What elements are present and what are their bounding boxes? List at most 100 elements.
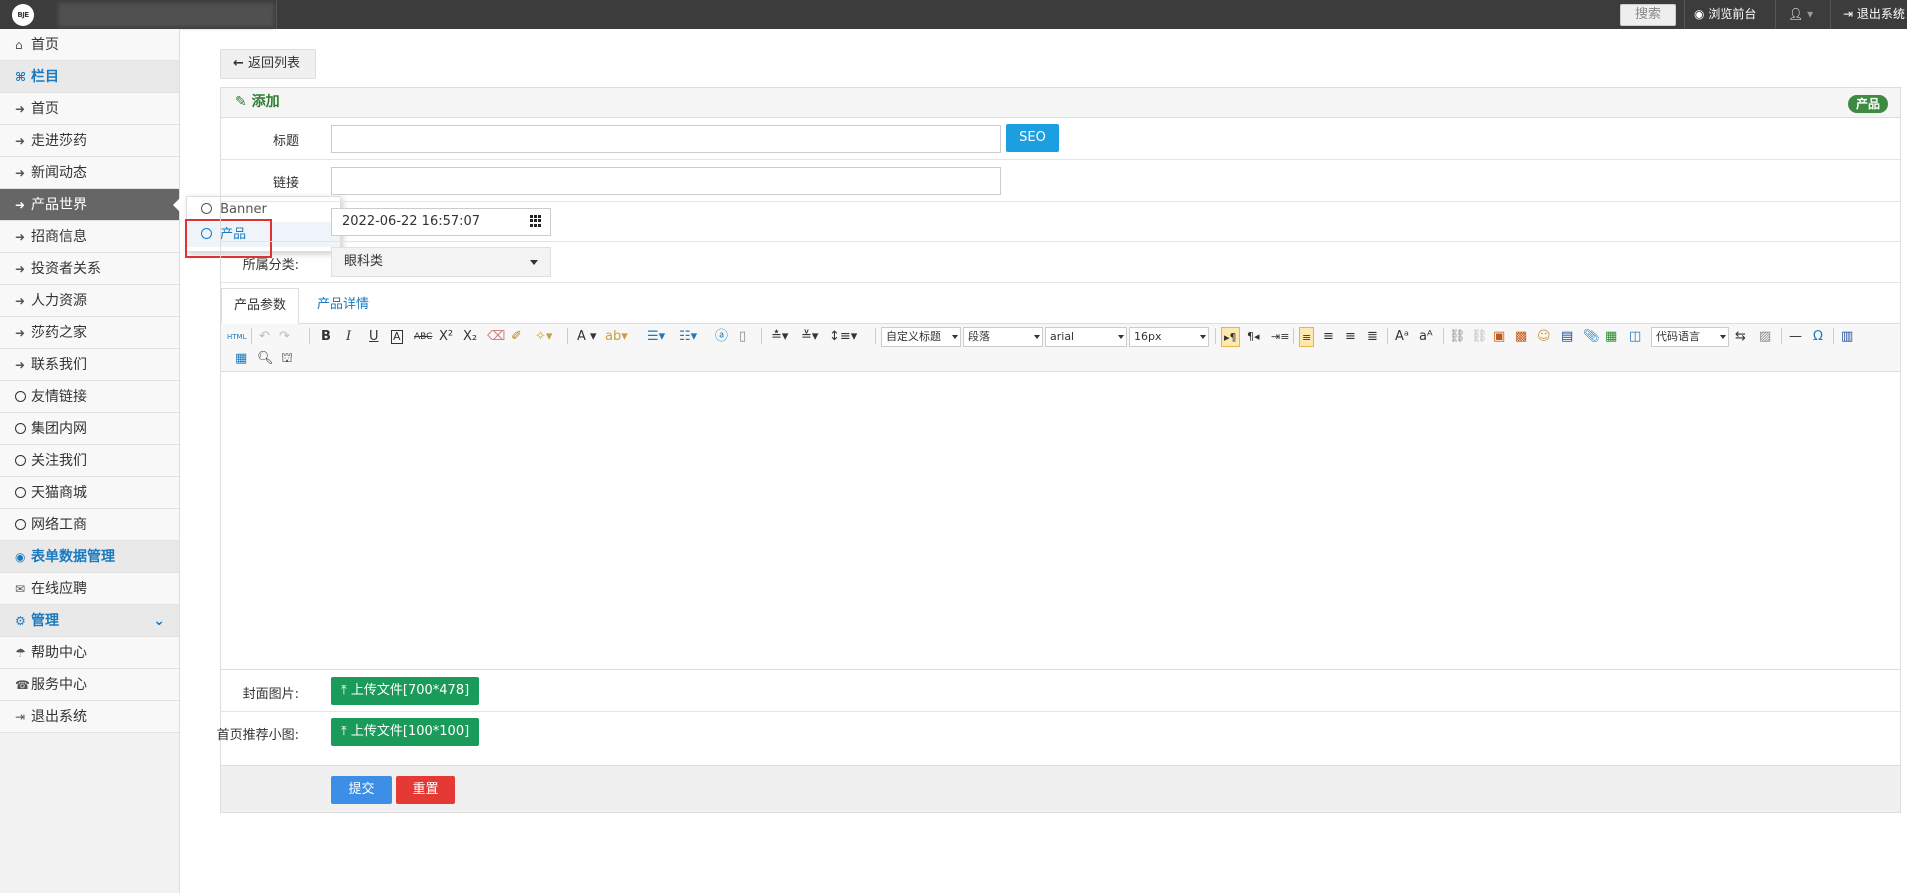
- to-uppercase-icon[interactable]: Aᵃ: [1395, 327, 1409, 347]
- back-to-list-button[interactable]: ← 返回列表: [220, 49, 316, 79]
- circle-icon: [15, 381, 29, 413]
- unlink-icon[interactable]: ⛓: [1471, 327, 1488, 347]
- form-actions: 提交 重置: [221, 765, 1900, 812]
- link-input[interactable]: [331, 167, 1001, 195]
- underline-icon[interactable]: U: [369, 327, 379, 347]
- page-break-icon[interactable]: ⇆: [1735, 327, 1746, 347]
- emotion-icon[interactable]: ☺: [1537, 327, 1551, 347]
- align-center-icon[interactable]: ≡: [1323, 327, 1334, 347]
- to-lowercase-icon[interactable]: aᴬ: [1419, 327, 1433, 347]
- upload-thumbnail-button[interactable]: ⤒ 上传文件[100*100]: [331, 718, 480, 746]
- align-left-icon[interactable]: ≡: [1299, 327, 1315, 347]
- preview-icon[interactable]: 🔍︎: [257, 349, 274, 369]
- sidebar-item-16[interactable]: ◉ 表单数据管理: [0, 541, 179, 573]
- sidebar-item-9[interactable]: ➜ 莎药之家: [0, 317, 179, 349]
- calendar-icon[interactable]: [530, 215, 542, 227]
- bold-icon[interactable]: B: [321, 327, 331, 347]
- background-icon[interactable]: ▨: [1759, 327, 1771, 347]
- auto-format-icon[interactable]: ✧▾: [535, 327, 552, 347]
- indent-icon[interactable]: ⇥≡: [1271, 327, 1289, 347]
- sidebar-item-17[interactable]: ✉ 在线应聘: [0, 573, 179, 605]
- rich-editor-content[interactable]: [221, 373, 1900, 670]
- insert-frame-icon[interactable]: ◫: [1629, 327, 1641, 347]
- italic-icon[interactable]: I: [346, 327, 351, 347]
- search-replace-icon[interactable]: ⛫: [281, 349, 293, 369]
- highlight-color-icon[interactable]: ab▾: [605, 327, 628, 347]
- sign-out-icon: ⇥: [15, 710, 26, 724]
- seo-button[interactable]: SEO: [1006, 124, 1059, 152]
- row-spacing-bottom-icon[interactable]: ≚▾: [801, 327, 818, 347]
- browse-front-link[interactable]: ◉ 浏览前台: [1694, 0, 1756, 29]
- link-icon[interactable]: ⛓: [1449, 327, 1466, 347]
- superscript-icon[interactable]: X²: [439, 327, 453, 347]
- heading-dropdown[interactable]: 自定义标题: [881, 327, 961, 347]
- tab-product-details[interactable]: 产品详情: [305, 288, 381, 324]
- user-menu[interactable]: 👤︎ ▾: [1788, 0, 1813, 29]
- date-value: 2022-06-22 16:57:07: [342, 214, 481, 229]
- font-border-icon[interactable]: A: [391, 330, 403, 344]
- logo[interactable]: BJE: [12, 4, 34, 26]
- special-chars-icon[interactable]: Ω: [1813, 327, 1823, 347]
- sidebar-item-10[interactable]: ➜ 联系我们: [0, 349, 179, 381]
- ordered-list-icon[interactable]: ☰▾: [647, 327, 665, 347]
- strikethrough-icon[interactable]: ABC: [414, 327, 432, 347]
- sidebar-item-11[interactable]: 友情链接: [0, 381, 179, 413]
- image-icon[interactable]: ▩: [1515, 327, 1527, 347]
- title-input[interactable]: [331, 125, 1001, 153]
- category-select[interactable]: 眼科类: [331, 247, 551, 277]
- sidebar-item-3[interactable]: ➜ 走进莎药: [0, 125, 179, 157]
- sidebar-item-15[interactable]: 网络工商: [0, 509, 179, 541]
- sidebar-item-21[interactable]: ⇥ 退出系统: [0, 701, 179, 733]
- sidebar-item-13[interactable]: 关注我们: [0, 445, 179, 477]
- paragraph-dropdown[interactable]: 段落: [963, 327, 1043, 347]
- code-language-dropdown[interactable]: 代码语言: [1651, 327, 1729, 347]
- align-justify-icon[interactable]: ≣: [1367, 327, 1378, 347]
- rtl-icon[interactable]: ¶◂: [1247, 327, 1260, 347]
- sidebar-item-6[interactable]: ➜ 招商信息: [0, 221, 179, 253]
- top-search-button[interactable]: 搜索: [1620, 4, 1676, 26]
- sidebar-item-19[interactable]: ☂ 帮助中心: [0, 637, 179, 669]
- date-icon[interactable]: ▥: [1841, 327, 1853, 347]
- logout-link[interactable]: ⇥ 退出系统: [1843, 0, 1905, 29]
- align-right-icon[interactable]: ≡: [1345, 327, 1356, 347]
- divider: [1293, 328, 1294, 344]
- insert-table-icon[interactable]: ▦: [235, 349, 247, 369]
- sidebar-item-2[interactable]: ➜ 首页: [0, 93, 179, 125]
- html-source-button[interactable]: HTML: [227, 327, 246, 347]
- sidebar-item-8[interactable]: ➜ 人力资源: [0, 285, 179, 317]
- paste-plain-icon[interactable]: ▯: [739, 327, 746, 347]
- undo-icon[interactable]: ↶: [259, 327, 270, 347]
- line-height-icon[interactable]: ↕≡▾: [829, 327, 857, 347]
- format-brush-icon[interactable]: ✐: [511, 327, 522, 347]
- sidebar-item-12[interactable]: 集团内网: [0, 413, 179, 445]
- submit-button[interactable]: 提交: [331, 776, 392, 804]
- sidebar-item-1[interactable]: ⌘ 栏目: [0, 61, 179, 93]
- video-icon[interactable]: ▤: [1561, 327, 1573, 347]
- date-input[interactable]: 2022-06-22 16:57:07: [331, 208, 551, 236]
- sidebar-item-0[interactable]: ⌂ 首页: [0, 29, 179, 61]
- reset-button[interactable]: 重置: [396, 776, 455, 804]
- sidebar-item-7[interactable]: ➜ 投资者关系: [0, 253, 179, 285]
- font-color-icon[interactable]: A ▾: [577, 327, 597, 347]
- font-size-dropdown[interactable]: 16px: [1129, 327, 1209, 347]
- eraser-icon[interactable]: ⌫: [487, 327, 505, 347]
- unordered-list-icon[interactable]: ☷▾: [679, 327, 697, 347]
- upload-cover-button[interactable]: ⤒ 上传文件[700*478]: [331, 677, 480, 705]
- chevron-down-icon[interactable]: ⌄: [153, 605, 165, 637]
- blockquote-icon[interactable]: ⓐ: [715, 327, 728, 347]
- map-icon[interactable]: ▦: [1605, 327, 1617, 347]
- horizontal-rule-icon[interactable]: —: [1789, 327, 1802, 347]
- subscript-icon[interactable]: X₂: [463, 327, 477, 347]
- row-spacing-top-icon[interactable]: ≛▾: [771, 327, 788, 347]
- sidebar-item-18[interactable]: ⚙ 管理 ⌄: [0, 605, 179, 637]
- ltr-icon[interactable]: ▸¶: [1221, 327, 1240, 347]
- anchor-icon[interactable]: ▣: [1493, 327, 1505, 347]
- redo-icon[interactable]: ↷: [279, 327, 290, 347]
- sidebar-item-4[interactable]: ➜ 新闻动态: [0, 157, 179, 189]
- font-family-dropdown[interactable]: arial: [1045, 327, 1127, 347]
- attachment-icon[interactable]: 📎︎: [1583, 327, 1600, 347]
- sidebar-item-20[interactable]: ☎服务中心: [0, 669, 179, 701]
- tab-product-params[interactable]: 产品参数: [221, 288, 300, 324]
- sidebar-item-5[interactable]: ➜ 产品世界: [0, 189, 180, 221]
- sidebar-item-14[interactable]: 天猫商城: [0, 477, 179, 509]
